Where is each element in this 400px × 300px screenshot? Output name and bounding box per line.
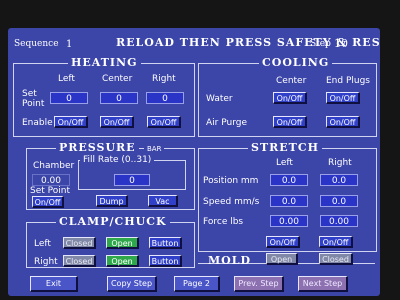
water-center-toggle[interactable]: On/Off: [273, 92, 307, 104]
heating-enable-left-toggle[interactable]: On/Off: [54, 116, 88, 128]
chamber-label: Chamber: [33, 161, 75, 171]
stretch-col-left: Left: [276, 158, 293, 168]
heating-col-left: Left: [58, 74, 75, 84]
heating-setpoint-left[interactable]: 0: [50, 92, 88, 104]
clamp-left-mode-button[interactable]: Button: [149, 237, 182, 249]
water-endplugs-toggle[interactable]: On/Off: [326, 92, 360, 104]
prev-step-button[interactable]: Prev. Step: [234, 276, 284, 292]
exit-button[interactable]: Exit: [30, 276, 78, 292]
pressure-title: PRESSURE: [56, 142, 139, 153]
copy-step-button[interactable]: Copy Step: [107, 276, 157, 292]
stretch-left-toggle[interactable]: On/Off: [266, 236, 300, 248]
cooling-col-center: Center: [276, 76, 307, 86]
water-label: Water: [206, 94, 233, 104]
clamp-left-closed-button[interactable]: Closed: [63, 237, 96, 249]
step-label: Step: [310, 39, 331, 49]
clamp-right-open-button[interactable]: Open: [106, 255, 139, 267]
airpurge-endplugs-toggle[interactable]: On/Off: [326, 116, 360, 128]
chamber-value: 0.00: [32, 174, 70, 186]
setpoint-label-line2: Point: [22, 99, 45, 109]
stretch-position-right[interactable]: 0.0: [320, 174, 358, 186]
enable-label: Enable: [22, 118, 53, 128]
sequence-label: Sequence: [14, 39, 59, 49]
stretch-right-toggle[interactable]: On/Off: [319, 236, 353, 248]
cooling-title: COOLING: [259, 57, 333, 68]
speed-label: Speed mm/s: [203, 197, 260, 207]
clamp-title: CLAMP/CHUCK: [56, 216, 170, 227]
heating-col-center: Center: [102, 74, 133, 84]
clamp-left-open-button[interactable]: Open: [106, 237, 139, 249]
stretch-speed-left[interactable]: 0.0: [270, 195, 308, 207]
clamp-left-label: Left: [34, 239, 51, 249]
stretch-force-left: 0.00: [270, 215, 308, 227]
stretch-force-right: 0.00: [320, 215, 358, 227]
pressure-setpoint-toggle[interactable]: On/Off: [32, 196, 64, 208]
heating-enable-right-toggle[interactable]: On/Off: [147, 116, 181, 128]
heating-setpoint-center[interactable]: 0: [100, 92, 138, 104]
fillrate-input[interactable]: 0: [114, 174, 150, 186]
heating-enable-center-toggle[interactable]: On/Off: [100, 116, 134, 128]
page-button[interactable]: Page 2: [174, 276, 220, 292]
mold-label: MOLD: [208, 254, 252, 267]
heating-col-right: Right: [152, 74, 176, 84]
next-step-button[interactable]: Next Step: [298, 276, 348, 292]
heating-setpoint-right[interactable]: 0: [146, 92, 184, 104]
cooling-col-endplugs: End Plugs: [326, 76, 370, 86]
stretch-position-left[interactable]: 0.0: [270, 174, 308, 186]
clamp-right-mode-button[interactable]: Button: [149, 255, 182, 267]
sequence-value: 1: [66, 39, 73, 50]
heating-title: HEATING: [68, 57, 141, 68]
position-label: Position mm: [203, 176, 259, 186]
hmi-screen: Sequence 1 RELOAD THEN PRESS SAFETY & RE…: [8, 28, 380, 296]
pressure-unit: BAR: [144, 144, 165, 155]
force-label: Force lbs: [203, 217, 244, 227]
dump-button[interactable]: Dump: [96, 195, 128, 207]
mold-open-button[interactable]: Open: [266, 253, 298, 265]
airpurge-label: Air Purge: [206, 118, 247, 128]
stretch-title: STRETCH: [248, 142, 322, 153]
stretch-col-right: Right: [328, 158, 352, 168]
step-value: 10: [334, 37, 348, 50]
clamp-right-label: Right: [34, 257, 58, 267]
mold-closed-button[interactable]: Closed: [319, 253, 353, 265]
fillrate-label: Fill Rate (0..31): [80, 155, 155, 166]
airpurge-center-toggle[interactable]: On/Off: [273, 116, 307, 128]
vac-button[interactable]: Vac: [148, 195, 178, 207]
stretch-speed-right[interactable]: 0.0: [320, 195, 358, 207]
clamp-right-closed-button[interactable]: Closed: [63, 255, 96, 267]
